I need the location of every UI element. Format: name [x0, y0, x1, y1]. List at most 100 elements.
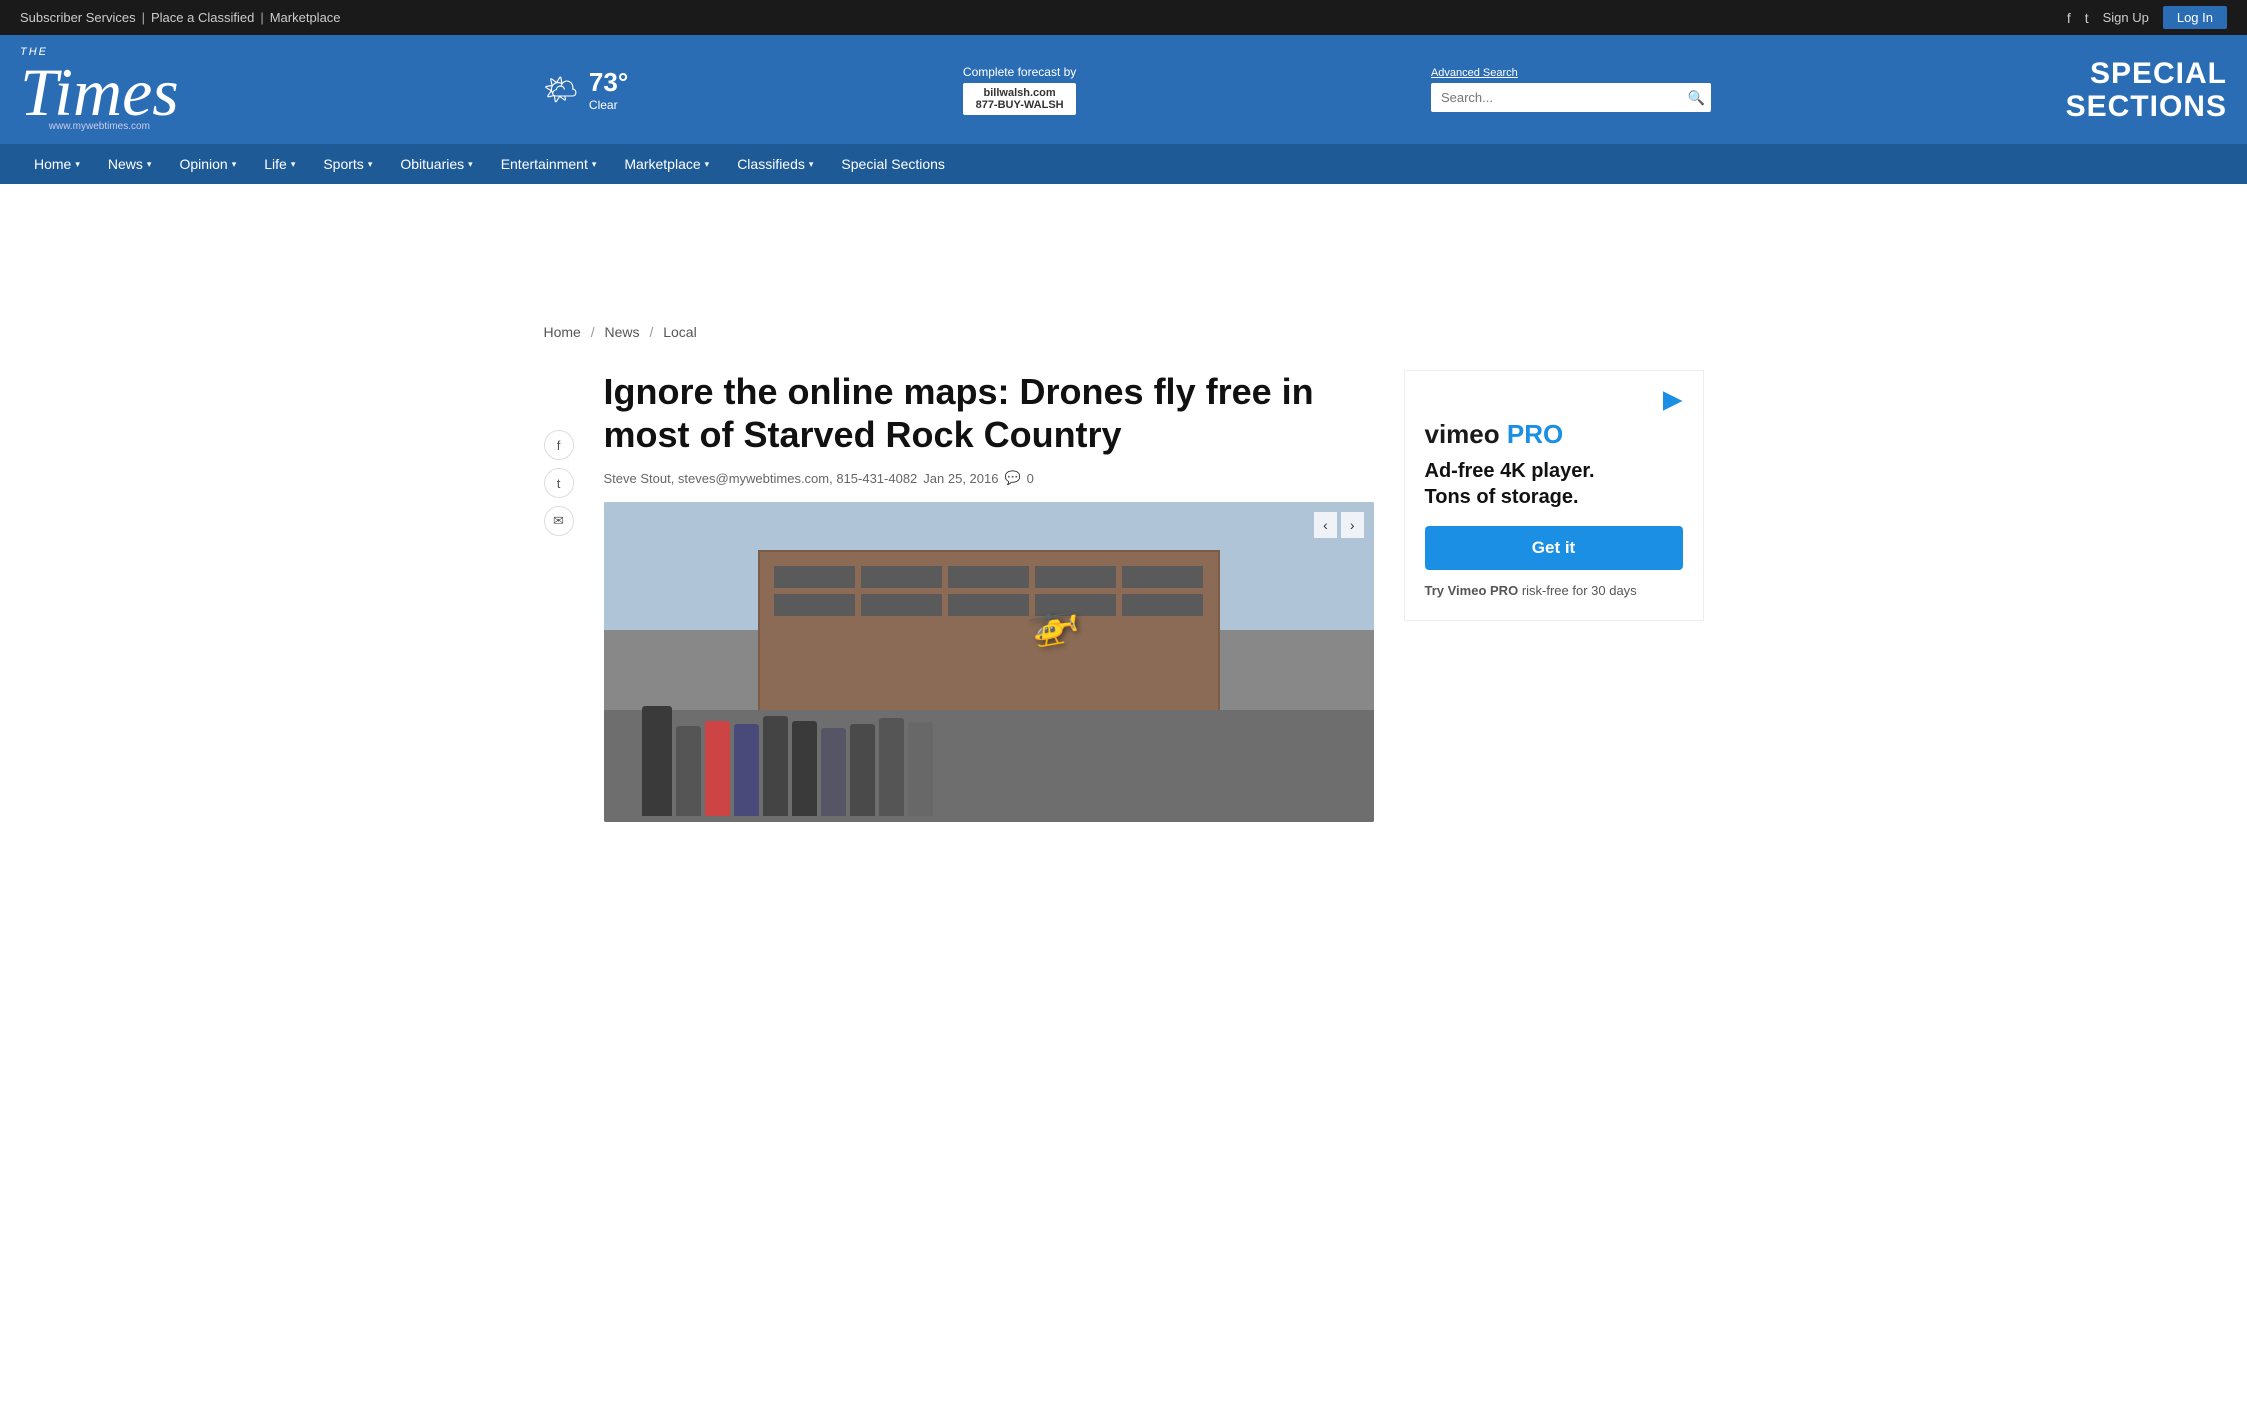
nav-item-classifieds[interactable]: Classifieds ▾ [723, 144, 827, 184]
forecast-image: billwalsh.com 877-BUY-WALSH [963, 83, 1076, 115]
nav-news-arrow: ▾ [147, 159, 152, 170]
share-email-button[interactable]: ✉ [544, 506, 574, 536]
ad-footer: Try Vimeo PRO risk-free for 30 days [1425, 582, 1683, 600]
separator-2: | [260, 10, 263, 25]
ad-footer-normal: risk-free for 30 days [1522, 583, 1637, 598]
vimeo-logo: vimeo PRO [1425, 419, 1683, 450]
nav-obituaries-arrow: ▾ [468, 159, 473, 170]
ad-tagline: Ad-free 4K player. Tons of storage. [1425, 458, 1683, 510]
breadcrumb-news[interactable]: News [605, 324, 640, 340]
building-bg [758, 550, 1220, 726]
drone-image: 🚁 [1023, 594, 1083, 651]
weather-temperature: 73° [589, 67, 628, 98]
forecast-label: Complete forecast by [963, 65, 1076, 79]
nav-news-label: News [108, 156, 143, 172]
weather-area: 🌤 73° Clear [543, 67, 628, 112]
nav-home-label: Home [34, 156, 71, 172]
article-main: Ignore the online maps: Drones fly free … [604, 370, 1374, 822]
article-author: Steve Stout, steves@mywebtimes.com, 815-… [604, 471, 918, 486]
facebook-topbar-icon[interactable]: f [2067, 10, 2071, 26]
ad-box: vimeo PRO Ad-free 4K player. Tons of sto… [1404, 370, 1704, 621]
nav-marketplace-label: Marketplace [624, 156, 700, 172]
forecast-phone: 877-BUY-WALSH [973, 99, 1066, 111]
nav-item-life[interactable]: Life ▾ [250, 144, 309, 184]
nav-entertainment-label: Entertainment [501, 156, 588, 172]
subscriber-services-link[interactable]: Subscriber Services [20, 10, 136, 25]
ad-tagline-line1: Ad-free 4K player. [1425, 458, 1683, 484]
nav-item-opinion[interactable]: Opinion ▾ [165, 144, 250, 184]
signup-link[interactable]: Sign Up [2103, 10, 2149, 25]
nav-life-label: Life [264, 156, 287, 172]
ad-tagline-line2: Tons of storage. [1425, 484, 1683, 510]
weather-icon: 🌤 [543, 73, 579, 106]
special-sections-header: SPECIAL SECTIONS [2066, 57, 2227, 123]
forecast-site: billwalsh.com [973, 87, 1066, 99]
ad-tag-icon [1663, 391, 1683, 411]
marketplace-link[interactable]: Marketplace [270, 10, 341, 25]
nav-opinion-arrow: ▾ [232, 159, 237, 170]
search-input[interactable] [1431, 83, 1711, 112]
comment-icon: 💬 [1004, 470, 1020, 486]
login-button[interactable]: Log In [2163, 6, 2227, 29]
ad-banner [0, 184, 2247, 304]
share-facebook-button[interactable]: f [544, 430, 574, 460]
article-title: Ignore the online maps: Drones fly free … [604, 370, 1374, 456]
search-area: Advanced Search 🔍 [1431, 67, 1711, 112]
social-share: f t ✉ [544, 370, 574, 822]
forecast-area: Complete forecast by billwalsh.com 877-B… [963, 65, 1076, 115]
vimeo-wordmark: vimeo [1425, 419, 1500, 449]
nav-home-arrow: ▾ [75, 159, 80, 170]
article-image: 🚁 ‹ › [604, 502, 1374, 822]
nav-sports-arrow: ▾ [368, 159, 373, 170]
nav-marketplace-arrow: ▾ [705, 159, 710, 170]
logo-area: THE Times www.mywebtimes.com [20, 47, 179, 132]
article-sidebar: vimeo PRO Ad-free 4K player. Tons of sto… [1404, 370, 1704, 822]
header: THE Times www.mywebtimes.com 🌤 73° Clear… [0, 35, 2247, 144]
search-button[interactable]: 🔍 [1688, 89, 1705, 106]
share-twitter-button[interactable]: t [544, 468, 574, 498]
logo-times: Times [20, 54, 179, 130]
twitter-topbar-icon[interactable]: t [2085, 10, 2089, 26]
top-bar: Subscriber Services | Place a Classified… [0, 0, 2247, 35]
nav-item-special-sections[interactable]: Special Sections [827, 144, 959, 184]
nav-opinion-label: Opinion [179, 156, 227, 172]
ad-tag [1425, 391, 1683, 411]
top-bar-left: Subscriber Services | Place a Classified… [20, 10, 341, 25]
get-it-button[interactable]: Get it [1425, 526, 1683, 570]
nav-item-home[interactable]: Home ▾ [20, 144, 94, 184]
content-wrapper: Home / News / Local f t ✉ Ignore the onl… [524, 304, 1724, 842]
nav-classifieds-label: Classifieds [737, 156, 805, 172]
search-input-wrap: 🔍 [1431, 83, 1711, 112]
breadcrumb: Home / News / Local [544, 324, 1704, 340]
nav-classifieds-arrow: ▾ [809, 159, 814, 170]
nav-special-sections-label: Special Sections [841, 156, 945, 172]
ad-footer-bold: Try Vimeo PRO [1425, 583, 1519, 598]
place-classified-link[interactable]: Place a Classified [151, 10, 254, 25]
weather-description: Clear [589, 98, 628, 112]
nav-obituaries-label: Obituaries [400, 156, 464, 172]
breadcrumb-sep-2: / [649, 324, 653, 340]
nav-item-news[interactable]: News ▾ [94, 144, 166, 184]
nav-entertainment-arrow: ▾ [592, 159, 597, 170]
article-meta: Steve Stout, steves@mywebtimes.com, 815-… [604, 470, 1374, 486]
image-next-button[interactable]: › [1341, 512, 1364, 538]
breadcrumb-local: Local [663, 324, 696, 340]
nav-item-obituaries[interactable]: Obituaries ▾ [386, 144, 486, 184]
breadcrumb-sep-1: / [591, 324, 595, 340]
special-sections-line1: SPECIAL [2066, 57, 2227, 90]
article-scene: 🚁 [604, 502, 1374, 822]
image-nav-arrows: ‹ › [1314, 512, 1363, 538]
nav-life-arrow: ▾ [291, 159, 296, 170]
breadcrumb-home[interactable]: Home [544, 324, 581, 340]
nav-item-marketplace[interactable]: Marketplace ▾ [610, 144, 723, 184]
top-bar-right: f t Sign Up Log In [2067, 6, 2227, 29]
advanced-search-link[interactable]: Advanced Search [1431, 67, 1711, 79]
separator-1: | [142, 10, 145, 25]
nav-sports-label: Sports [323, 156, 363, 172]
logo: THE Times www.mywebtimes.com [20, 47, 179, 132]
vimeo-pro-badge: PRO [1507, 419, 1563, 449]
nav-item-entertainment[interactable]: Entertainment ▾ [487, 144, 611, 184]
special-sections-line2: SECTIONS [2066, 90, 2227, 123]
image-prev-button[interactable]: ‹ [1314, 512, 1337, 538]
nav-item-sports[interactable]: Sports ▾ [309, 144, 386, 184]
